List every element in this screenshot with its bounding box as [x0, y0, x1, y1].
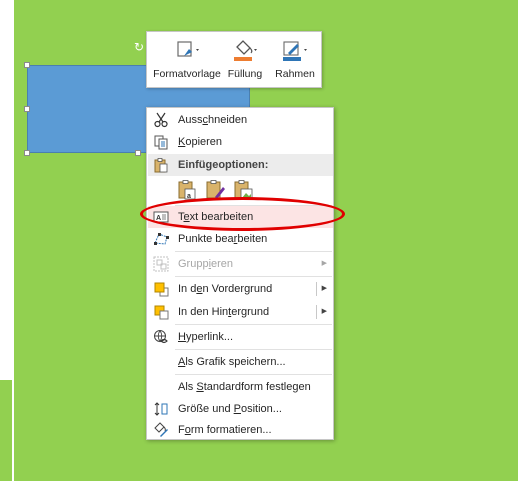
menu-separator — [175, 251, 332, 252]
menu-item-format-shape[interactable]: Form formatieren... — [148, 419, 333, 441]
size-position-icon — [154, 402, 168, 416]
menu-label-format-shape: Form formatieren... — [178, 424, 272, 436]
paste-options-label: Einfügeoptionen: — [178, 159, 269, 171]
menu-item-hyperlink[interactable]: Hyperlink... — [148, 326, 333, 348]
menu-item-group[interactable]: Gruppieren ▶ — [148, 253, 333, 275]
svg-text:a: a — [187, 193, 191, 200]
menu-label-edit-text: Text bearbeiten — [178, 211, 254, 223]
menu-item-cut[interactable]: Ausschneiden — [148, 109, 333, 131]
hyperlink-globe-icon — [154, 330, 168, 344]
rotate-handle-icon[interactable]: ↻ — [134, 41, 146, 53]
pen-outline-icon — [283, 41, 307, 61]
menu-label-cut: Ausschneiden — [178, 114, 248, 126]
format-shape-icon — [154, 422, 168, 437]
menu-label-bring-to-front: In den Vordergrund — [178, 283, 273, 295]
copy-icon — [154, 135, 168, 150]
group-icon — [153, 256, 169, 272]
clipboard-icon — [154, 158, 168, 173]
menu-label-size-position: Größe und Position... — [178, 403, 282, 415]
resize-handle-bottom-mid[interactable] — [135, 150, 141, 156]
paint-bucket-icon — [234, 40, 257, 61]
menu-separator — [175, 276, 332, 277]
menu-label-copy: Kopieren — [178, 136, 223, 148]
slide-thumbnail-edge — [0, 380, 12, 481]
shape-outline-label: Rahmen — [275, 68, 315, 80]
shape-outline-button[interactable]: Rahmen — [271, 36, 319, 84]
paste-options-header: Einfügeoptionen: — [148, 154, 333, 176]
svg-text:A: A — [156, 215, 161, 222]
bring-to-front-icon — [154, 282, 169, 297]
edit-text-icon: A — [153, 211, 169, 223]
menu-item-copy[interactable]: Kopieren — [148, 131, 333, 153]
menu-item-send-to-back[interactable]: In den Hintergrund ▶ — [148, 301, 333, 323]
submenu-arrow-icon[interactable]: ▶ — [322, 301, 327, 323]
menu-item-set-default-shape[interactable]: Als Standardform festlegen — [148, 376, 333, 398]
shape-style-button[interactable]: Formatvorlage — [153, 36, 221, 84]
menu-separator — [175, 374, 332, 375]
menu-item-edit-points[interactable]: Punkte bearbeiten — [148, 228, 333, 250]
edit-points-icon — [154, 233, 169, 245]
menu-label-save-as-picture: Als Grafik speichern... — [178, 356, 286, 368]
menu-separator — [175, 324, 332, 325]
paste-keep-formatting-icon[interactable] — [204, 179, 226, 201]
menu-label-hyperlink: Hyperlink... — [178, 331, 234, 343]
shape-fill-button[interactable]: Füllung — [223, 36, 267, 84]
menu-label-set-default-shape: Als Standardform festlegen — [178, 381, 311, 393]
resize-handle-top-left[interactable] — [24, 62, 30, 68]
shape-style-label: Formatvorlage — [153, 68, 221, 80]
mini-toolbar: Formatvorlage Füllung Rahmen — [146, 31, 322, 88]
resize-handle-mid-left[interactable] — [24, 106, 30, 112]
shape-style-icon — [177, 41, 199, 57]
menu-item-size-position[interactable]: Größe und Position... — [148, 398, 333, 420]
menu-label-send-to-back: In den Hintergrund — [178, 306, 270, 318]
resize-handle-bottom-left[interactable] — [24, 150, 30, 156]
paste-use-destination-theme-icon[interactable]: a — [176, 179, 198, 201]
send-to-back-icon — [154, 305, 169, 320]
submenu-arrow-icon: ▶ — [321, 260, 327, 267]
split-divider — [316, 282, 317, 296]
shape-fill-label: Füllung — [227, 68, 263, 80]
scissors-icon — [154, 112, 168, 128]
paste-as-picture-icon[interactable] — [232, 179, 254, 201]
menu-separator — [175, 349, 332, 350]
menu-label-group: Gruppieren — [178, 258, 234, 270]
submenu-arrow-icon[interactable]: ▶ — [322, 278, 327, 300]
menu-item-bring-to-front[interactable]: In den Vordergrund ▶ — [148, 278, 333, 300]
menu-item-edit-text[interactable]: A Text bearbeiten — [148, 206, 333, 228]
split-divider — [316, 305, 317, 319]
context-menu: Ausschneiden Kopieren Einfügeoptionen: a — [146, 107, 334, 440]
menu-item-save-as-picture[interactable]: Als Grafik speichern... — [148, 351, 333, 373]
menu-label-edit-points: Punkte bearbeiten — [178, 233, 268, 245]
